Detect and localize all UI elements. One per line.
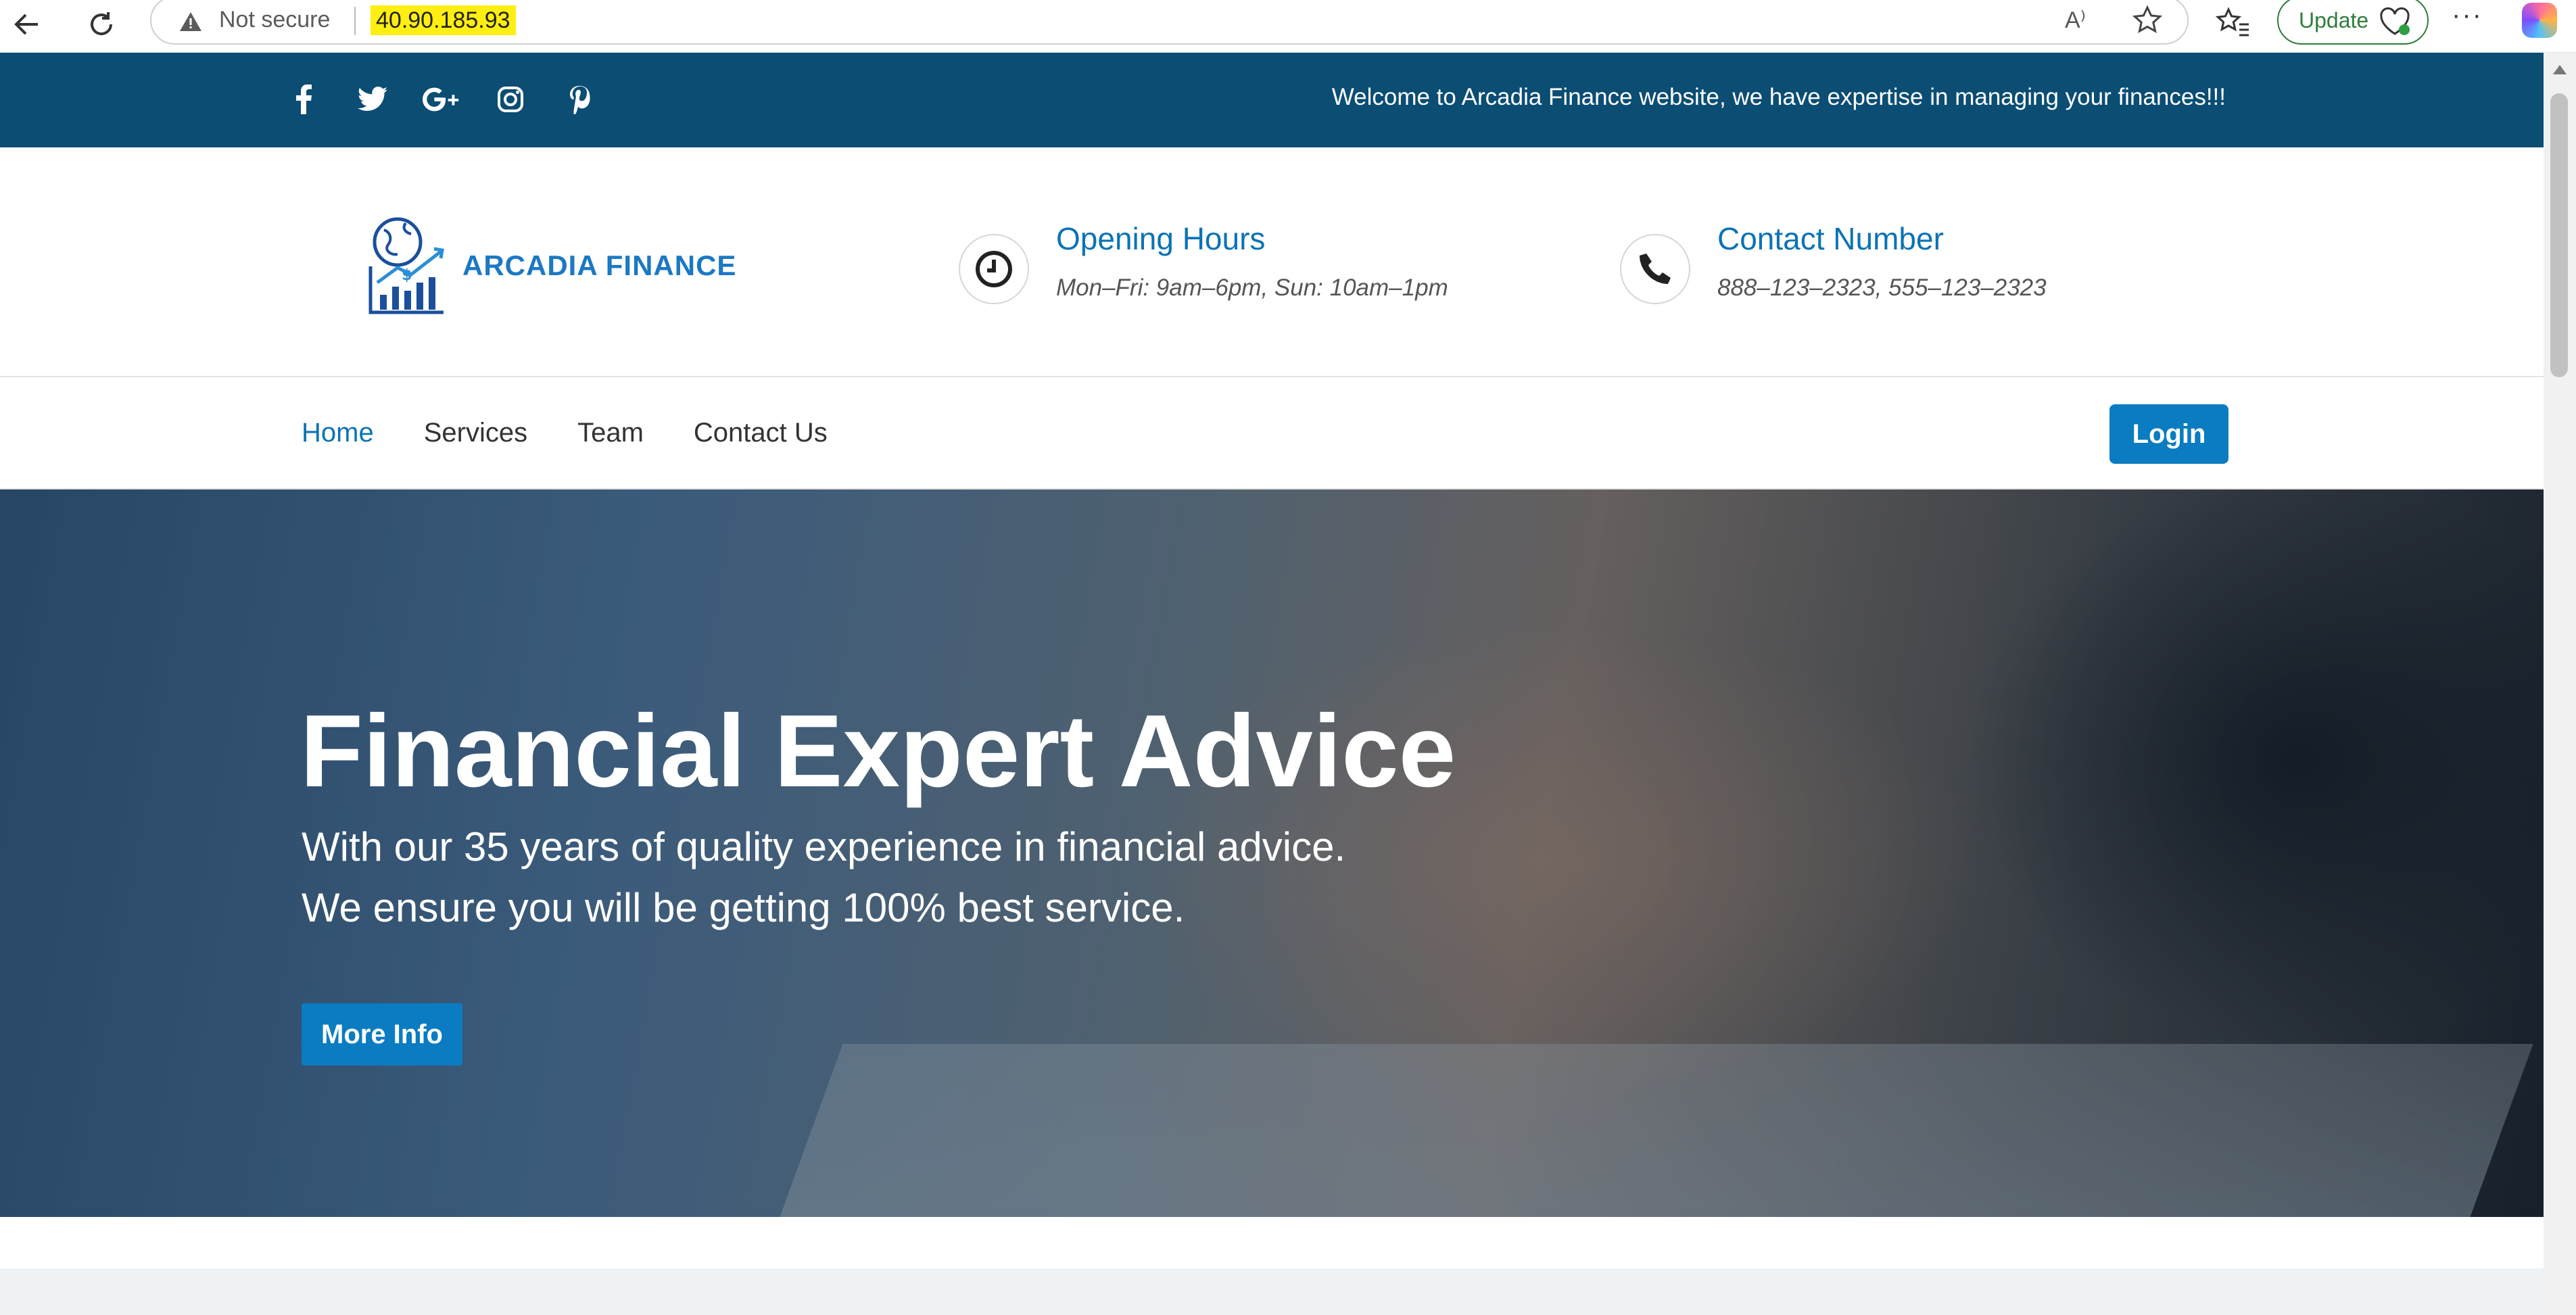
warning-icon bbox=[178, 11, 203, 36]
contact-number-block: Contact Number 888–123–2323, 555–123–232… bbox=[1620, 218, 2047, 304]
google-plus-icon[interactable] bbox=[422, 80, 461, 119]
web-page: Welcome to Arcadia Finance website, we h… bbox=[0, 53, 2544, 1315]
opening-hours-title: Opening Hours bbox=[1056, 221, 1266, 256]
copilot-icon[interactable] bbox=[2522, 3, 2557, 38]
opening-hours-block: Opening Hours Mon–Fri: 9am–6pm, Sun: 10a… bbox=[959, 218, 1448, 304]
nav-item-home[interactable]: Home bbox=[302, 418, 374, 448]
nav-item-contact-us[interactable]: Contact Us bbox=[694, 418, 828, 448]
twitter-icon[interactable] bbox=[353, 80, 392, 119]
contact-number-text: 888–123–2323, 555–123–2323 bbox=[1717, 274, 2047, 301]
scroll-up-arrow-icon[interactable] bbox=[2553, 65, 2567, 74]
globe-chart-logo-icon: $ bbox=[368, 217, 444, 314]
security-status[interactable]: Not secure bbox=[219, 7, 330, 33]
divider bbox=[354, 7, 356, 35]
browser-toolbar: Not secure 40.90.185.93 A⁾ Update ··· bbox=[0, 0, 2576, 53]
favorite-star-icon[interactable] bbox=[2131, 4, 2164, 40]
nav-menu: Home Services Team Contact Us bbox=[302, 418, 828, 448]
more-info-button[interactable]: More Info bbox=[302, 1003, 462, 1066]
address-bar[interactable]: Not secure 40.90.185.93 A⁾ bbox=[150, 0, 2189, 45]
url-text[interactable]: 40.90.185.93 bbox=[371, 5, 516, 35]
next-section bbox=[0, 1268, 2544, 1315]
social-links bbox=[284, 80, 599, 119]
hero-title: Financial Expert Advice bbox=[300, 694, 1456, 809]
login-button[interactable]: Login bbox=[2109, 404, 2228, 464]
hero-subtitle-line-1: With our 35 years of quality experience … bbox=[302, 824, 1346, 869]
page-scrollbar[interactable] bbox=[2544, 53, 2576, 1315]
welcome-text: Welcome to Arcadia Finance website, we h… bbox=[1331, 84, 2226, 110]
clock-icon bbox=[959, 234, 1029, 304]
nav-item-services[interactable]: Services bbox=[424, 418, 527, 448]
back-arrow-icon[interactable] bbox=[5, 3, 49, 46]
main-navigation: Home Services Team Contact Us Login bbox=[0, 379, 2544, 489]
site-logo[interactable]: $ ARCADIA FINANCE bbox=[364, 215, 736, 316]
svg-text:$: $ bbox=[402, 267, 412, 284]
more-menu-icon[interactable]: ··· bbox=[2452, 0, 2483, 30]
pinterest-icon[interactable] bbox=[560, 80, 599, 119]
top-bar: Welcome to Arcadia Finance website, we h… bbox=[0, 53, 2544, 147]
phone-icon bbox=[1620, 234, 1690, 304]
favorites-icon[interactable] bbox=[2215, 4, 2253, 45]
scrollbar-thumb[interactable] bbox=[2550, 93, 2568, 377]
update-label: Update bbox=[2299, 7, 2369, 32]
site-header: $ ARCADIA FINANCE Opening Hours Mon–Fri:… bbox=[0, 147, 2544, 377]
read-aloud-icon[interactable]: A⁾ bbox=[2065, 7, 2086, 34]
hero-banner: Financial Expert Advice With our 35 year… bbox=[0, 489, 2544, 1217]
nav-item-team[interactable]: Team bbox=[577, 418, 644, 448]
reload-icon[interactable] bbox=[80, 3, 123, 46]
instagram-icon[interactable] bbox=[491, 80, 530, 119]
contact-number-title: Contact Number bbox=[1717, 221, 1944, 256]
health-heart-icon bbox=[2379, 7, 2411, 42]
logo-text: ARCADIA FINANCE bbox=[462, 249, 737, 281]
hero-subtitle-line-2: We ensure you will be getting 100% best … bbox=[302, 885, 1185, 930]
update-button[interactable]: Update bbox=[2277, 0, 2429, 45]
opening-hours-text: Mon–Fri: 9am–6pm, Sun: 10am–1pm bbox=[1056, 274, 1448, 301]
facebook-icon[interactable] bbox=[284, 80, 323, 119]
